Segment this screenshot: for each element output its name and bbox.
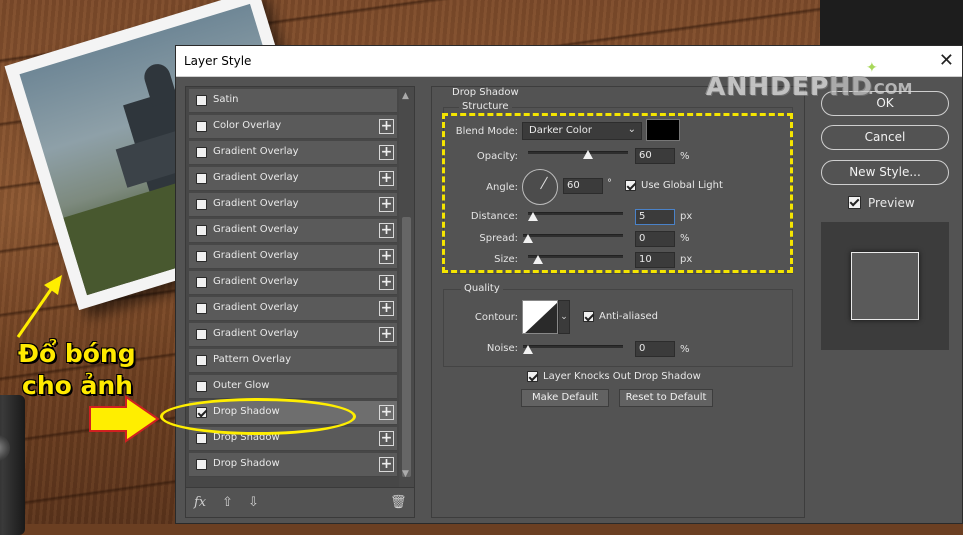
effect-checkbox[interactable] — [196, 121, 207, 132]
add-effect-plus-icon[interactable]: + — [379, 327, 394, 342]
effect-list-item[interactable]: Gradient Overlay + — [189, 323, 397, 347]
annotation-right-arrow — [89, 395, 160, 443]
annotation-dashed-highlight — [442, 113, 793, 273]
effect-label: Color Overlay — [213, 120, 282, 131]
add-effect-plus-icon[interactable]: + — [379, 275, 394, 290]
add-effect-plus-icon[interactable]: + — [379, 301, 394, 316]
contour-preview[interactable] — [522, 300, 558, 334]
add-effect-plus-icon[interactable]: + — [379, 457, 394, 472]
effect-list-item[interactable]: Gradient Overlay + — [189, 141, 397, 165]
effect-label: Satin — [213, 94, 239, 105]
noise-input[interactable]: 0 — [635, 341, 675, 357]
effect-list-item[interactable]: Pattern Overlay — [189, 349, 397, 373]
effect-label: Gradient Overlay — [213, 276, 299, 287]
effect-list-item[interactable]: Gradient Overlay + — [189, 245, 397, 269]
camera-lens-ring — [0, 435, 10, 461]
make-default-button[interactable]: Make Default — [521, 389, 609, 407]
scroll-thumb[interactable] — [402, 217, 411, 477]
effects-list-scrollbar[interactable]: ▲ ▼ — [399, 87, 414, 517]
add-effect-plus-icon[interactable]: + — [379, 171, 394, 186]
effect-label: Gradient Overlay — [213, 328, 299, 339]
effect-label: Drop Shadow — [213, 458, 280, 469]
annotation-text-line1: Đổ bóng — [18, 339, 136, 368]
effect-checkbox[interactable] — [196, 329, 207, 340]
style-preview-box — [821, 222, 949, 350]
add-effect-plus-icon[interactable]: + — [379, 119, 394, 134]
move-up-icon[interactable]: ⇧ — [222, 495, 233, 510]
noise-label: Noise: — [486, 343, 518, 354]
effect-checkbox[interactable] — [196, 459, 207, 470]
effect-list-item[interactable]: Gradient Overlay + — [189, 193, 397, 217]
fx-icon[interactable]: fx — [194, 495, 206, 510]
annotation-ellipse-highlight — [160, 398, 356, 435]
effect-checkbox[interactable] — [196, 277, 207, 288]
effect-checkbox[interactable] — [196, 199, 207, 210]
effect-label: Outer Glow — [213, 380, 270, 391]
effect-checkbox[interactable] — [196, 433, 207, 444]
effect-checkbox[interactable] — [196, 225, 207, 236]
add-effect-plus-icon[interactable]: + — [379, 405, 394, 420]
new-style-button[interactable]: New Style... — [821, 160, 949, 185]
add-effect-plus-icon[interactable]: + — [379, 431, 394, 446]
trash-icon[interactable]: 🗑 — [390, 495, 407, 510]
add-effect-plus-icon[interactable]: + — [379, 197, 394, 212]
watermark-text-b: HD — [829, 72, 874, 101]
add-effect-plus-icon[interactable]: + — [379, 145, 394, 160]
effect-list-item[interactable]: Satin — [189, 89, 397, 113]
effect-label: Pattern Overlay — [213, 354, 292, 365]
structure-title: Structure — [459, 101, 512, 112]
effect-list-item[interactable]: Drop Shadow + — [189, 453, 397, 477]
effect-list-item[interactable]: Gradient Overlay + — [189, 297, 397, 321]
effect-list-item[interactable]: Color Overlay + — [189, 115, 397, 139]
annotation-thin-arrow — [16, 275, 62, 338]
add-effect-plus-icon[interactable]: + — [379, 223, 394, 238]
effect-label: Gradient Overlay — [213, 198, 299, 209]
watermark-text-a: ANHDEP — [706, 72, 830, 101]
noise-unit: % — [680, 344, 690, 355]
effect-checkbox[interactable] — [196, 381, 207, 392]
effects-toolbar: fx ⇧ ⇩ 🗑 — [186, 487, 414, 517]
effect-list-item[interactable]: Gradient Overlay + — [189, 167, 397, 191]
preview-checkbox[interactable] — [848, 196, 861, 209]
drop-shadow-section-title: Drop Shadow — [449, 87, 522, 98]
move-down-icon[interactable]: ⇩ — [248, 495, 259, 510]
anti-aliased-checkbox[interactable] — [583, 311, 594, 322]
effect-checkbox[interactable] — [196, 251, 207, 262]
reset-to-default-button[interactable]: Reset to Default — [619, 389, 713, 407]
effect-label: Gradient Overlay — [213, 302, 299, 313]
effect-label: Gradient Overlay — [213, 250, 299, 261]
style-preview-thumbnail — [851, 252, 919, 320]
camera-object — [0, 395, 25, 535]
effect-checkbox[interactable] — [196, 173, 207, 184]
anti-aliased-label: Anti-aliased — [599, 311, 659, 322]
effect-label: Gradient Overlay — [213, 172, 299, 183]
effect-checkbox[interactable] — [196, 355, 207, 366]
quality-title: Quality — [461, 283, 503, 294]
watermark-text-com: .COM — [868, 80, 913, 98]
close-icon[interactable]: ✕ — [939, 50, 954, 71]
noise-slider-thumb[interactable] — [523, 345, 533, 354]
effect-checkbox[interactable] — [196, 147, 207, 158]
preview-label: Preview — [868, 196, 915, 210]
effect-label: Gradient Overlay — [213, 224, 299, 235]
effects-list-panel: Satin Color Overlay + Gradient Overlay + Grad… — [185, 86, 415, 518]
contour-chevron-down-icon[interactable]: ⌄ — [558, 300, 570, 334]
scroll-down-icon[interactable]: ▼ — [402, 469, 409, 479]
effect-checkbox[interactable] — [196, 303, 207, 314]
dialog-title: Layer Style — [184, 54, 252, 68]
effect-list-item[interactable]: Outer Glow — [189, 375, 397, 399]
effect-list-item[interactable]: Gradient Overlay + — [189, 271, 397, 295]
knockout-label: Layer Knocks Out Drop Shadow — [543, 371, 701, 382]
noise-slider-track[interactable] — [523, 345, 623, 348]
watermark-logo: ANHDEPHD — [706, 72, 873, 101]
cancel-button[interactable]: Cancel — [821, 125, 949, 150]
knockout-checkbox[interactable] — [527, 371, 538, 382]
add-effect-plus-icon[interactable]: + — [379, 249, 394, 264]
contour-label: Contour: — [474, 312, 518, 323]
effect-checkbox[interactable] — [196, 95, 207, 106]
quality-group — [443, 289, 793, 367]
scroll-up-icon[interactable]: ▲ — [402, 91, 409, 101]
effect-list-item[interactable]: Gradient Overlay + — [189, 219, 397, 243]
effect-label: Gradient Overlay — [213, 146, 299, 157]
